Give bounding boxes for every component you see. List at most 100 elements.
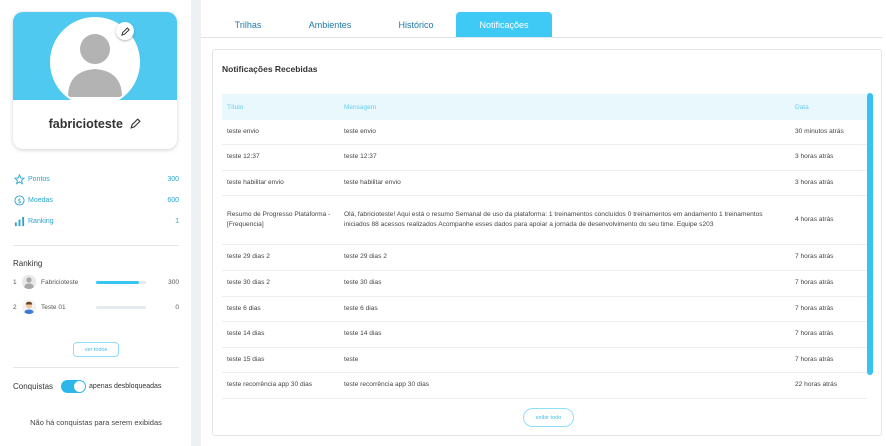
row-date: 3 horas atrás [795,153,834,161]
divider [13,245,179,246]
avatar [22,275,36,289]
row-title: teste recorrência app 30 dias [227,381,313,389]
tab-bar: Trilhas Ambientes Histórico Notificações [201,12,883,38]
row-message: teste [344,355,359,363]
svg-text:$: $ [17,197,21,205]
table-row[interactable]: teste recorrência app 30 dias teste reco… [222,373,867,399]
column-header-message: Mensagem [344,103,377,111]
main-panel: Trilhas Ambientes Histórico Notificações… [201,0,886,446]
toggle-knob [74,381,86,392]
row-title: teste 6 dias [227,304,261,312]
row-title: teste habilitar envio [227,178,284,186]
table-scrollbar[interactable] [867,93,873,375]
row-message: teste 12:37 [344,153,377,161]
row-title: teste 14 dias [227,330,265,338]
sidebar: fabricioteste Pontos 300 $ Moedas 600 Ra… [0,0,191,446]
stat-label: Pontos [28,176,50,183]
row-message: teste recorrência app 30 dias [344,381,430,389]
column-header-title: Título [227,103,244,111]
row-message: teste envio [344,127,376,135]
row-title: teste 29 dias 2 [227,253,270,261]
ranking-title: Ranking [13,259,43,268]
profile-username: fabricioteste [48,117,123,131]
coin-icon: $ [13,195,25,207]
tab-historico[interactable]: Histórico [381,12,451,37]
stat-label: Ranking [28,218,54,225]
ranking-progress-bar [96,280,146,284]
row-title: Resumo de Progresso Plataforma - [Freque… [227,210,331,229]
stat-value: 1 [175,218,179,225]
star-icon [13,174,25,186]
ranking-row: 2 Teste 01 0 [13,298,179,316]
ranking-score: 300 [168,278,179,286]
row-date: 7 horas atrás [795,253,834,261]
stat-label: Moedas [28,197,53,204]
stats-list: Pontos 300 $ Moedas 600 Ranking 1 [13,169,179,232]
row-message: teste habilitar envio [344,178,401,186]
table-row[interactable]: teste 12:37 teste 12:37 3 horas atrás [222,145,867,171]
table-row[interactable]: teste 29 dias 2 teste 29 dias 2 7 horas … [222,245,867,271]
ranking-name: Fabricioteste [41,278,79,286]
stat-pontos: Pontos 300 [13,169,179,190]
row-date: 3 horas atrás [795,178,834,186]
notifications-title: Notificações Recebidas [222,64,318,74]
row-message: teste 29 dias 2 [344,253,387,261]
table-row[interactable]: teste envio teste envio 30 minutos atrás [222,120,867,145]
table-row[interactable]: teste 15 dias teste 7 horas atrás [222,348,867,373]
ranking-row: 1 Fabricioteste 300 [13,273,179,291]
unlocked-only-toggle[interactable] [61,380,87,393]
table-header: Título Mensagem Data [222,94,867,120]
bar-chart-icon [13,216,25,228]
stat-ranking: Ranking 1 [13,211,179,232]
row-message: Olá, fabricioteste! Aqui está o resumo S… [344,210,763,229]
row-title: teste 12:37 [227,153,260,161]
stat-value: 600 [167,197,179,204]
conquistas-title: Conquistas [13,382,54,391]
ranking-progress-bar [96,305,146,309]
table-row[interactable]: teste habilitar envio teste habilitar en… [222,171,867,196]
row-date: 30 minutos atrás [795,127,844,135]
avatar [22,300,36,314]
empty-conquistas-message: Não há conquistas para serem exibidas [30,418,162,427]
toggle-label: apenas desbloqueadas [89,383,162,390]
show-all-notifications-button[interactable]: exibir todo [523,408,574,427]
divider [13,367,179,368]
row-date: 7 horas atrás [795,279,834,287]
stat-value: 300 [167,176,179,183]
column-header-date: Data [795,103,809,111]
ranking-score: 0 [175,303,179,311]
row-date: 7 horas atrás [795,330,834,338]
table-row[interactable]: teste 14 dias teste 14 dias 7 horas atrá… [222,322,867,348]
row-date: 7 horas atrás [795,355,834,363]
tab-ambientes[interactable]: Ambientes [294,12,366,37]
profile-username-row: fabricioteste [13,117,177,132]
row-title: teste envio [227,127,259,135]
conquistas-row: Conquistas apenas desbloqueadas [13,380,179,393]
profile-card: fabricioteste [13,12,177,149]
stat-moedas: $ Moedas 600 [13,190,179,211]
username-edit-button[interactable] [130,118,142,132]
row-date: 4 horas atrás [795,215,834,223]
notifications-table: Título Mensagem Data teste envio teste e… [222,94,867,399]
row-message: teste 30 dias [344,279,382,287]
row-title: teste 30 dias 2 [227,279,270,287]
table-row[interactable]: Resumo de Progresso Plataforma - [Freque… [222,196,867,245]
row-date: 7 horas atrás [795,304,834,312]
tab-trilhas[interactable]: Trilhas [213,12,283,37]
row-date: 22 horas atrás [795,381,838,389]
ranking-position: 2 [13,303,17,311]
table-row[interactable]: teste 30 dias 2 teste 30 dias 7 horas at… [222,271,867,297]
row-title: teste 15 dias [227,355,265,363]
table-row[interactable]: teste 6 dias teste 6 dias 7 horas atrás [222,297,867,322]
see-all-ranking-button[interactable]: ver todos [73,342,119,357]
ranking-name: Teste 01 [41,303,66,311]
ranking-position: 1 [13,278,17,286]
pencil-icon [120,26,130,36]
notifications-card: Notificações Recebidas Título Mensagem D… [212,49,882,436]
pencil-icon [130,118,142,129]
avatar-edit-button[interactable] [116,22,134,40]
row-message: teste 14 dias [344,330,382,338]
tab-notificacoes[interactable]: Notificações [456,12,552,37]
ranking-progress-fill [96,280,139,284]
row-message: teste 6 dias [344,304,378,312]
